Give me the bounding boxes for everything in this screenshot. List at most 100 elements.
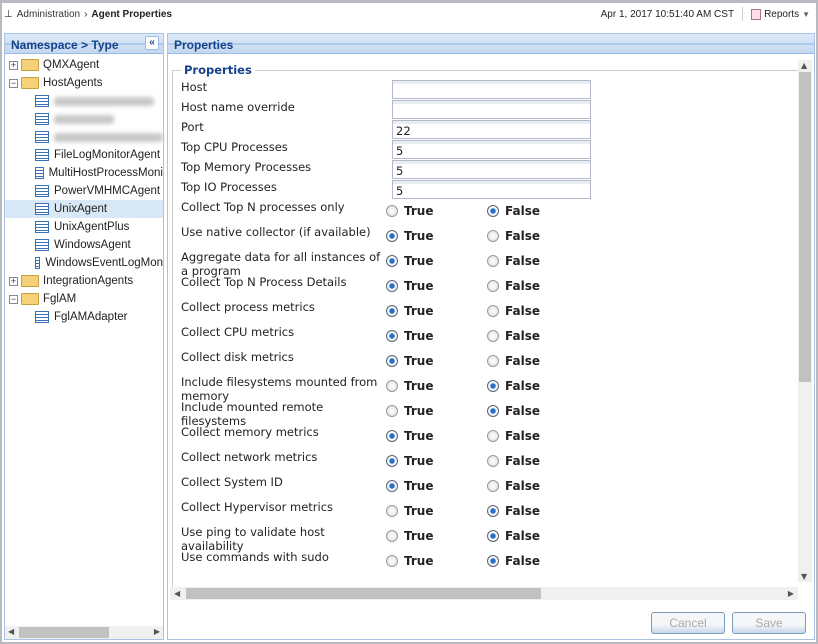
true-radio[interactable]: True (386, 254, 433, 268)
form-horizontal-scrollbar[interactable]: ◀ ▶ (170, 587, 798, 600)
true-radio[interactable]: True (386, 554, 433, 568)
true-radio[interactable]: True (386, 504, 433, 518)
radio-button-icon[interactable] (386, 255, 398, 267)
radio-button-icon[interactable] (386, 355, 398, 367)
tree-node-folder[interactable]: − HostAgents (5, 74, 163, 92)
text-input[interactable]: 5 (392, 160, 591, 179)
scroll-right-icon[interactable]: ▶ (788, 589, 794, 598)
radio-button-icon[interactable] (386, 530, 398, 542)
double-chevron-left-icon[interactable]: « (145, 36, 159, 50)
radio-button-icon[interactable] (487, 305, 499, 317)
false-radio[interactable]: False (487, 279, 540, 293)
radio-button-icon[interactable] (487, 555, 499, 567)
scroll-thumb[interactable] (799, 72, 811, 382)
radio-button-icon[interactable] (386, 380, 398, 392)
text-input[interactable]: 22 (392, 120, 591, 139)
true-radio[interactable]: True (386, 429, 433, 443)
true-radio[interactable]: True (386, 354, 433, 368)
scroll-thumb[interactable] (19, 627, 109, 638)
text-input[interactable]: 5 (392, 140, 591, 159)
radio-button-icon[interactable] (487, 505, 499, 517)
false-radio[interactable]: False (487, 529, 540, 543)
tree-node-agent[interactable]: WindowsEventLogMon (5, 254, 163, 272)
true-radio[interactable]: True (386, 379, 433, 393)
radio-button-icon[interactable] (487, 455, 499, 467)
false-radio[interactable]: False (487, 254, 540, 268)
collapse-toggle-icon[interactable]: − (9, 78, 18, 88)
false-radio[interactable]: False (487, 204, 540, 218)
false-radio[interactable]: False (487, 504, 540, 518)
false-radio[interactable]: False (487, 304, 540, 318)
true-radio[interactable]: True (386, 279, 433, 293)
true-radio[interactable]: True (386, 304, 433, 318)
scroll-left-icon[interactable]: ◀ (8, 627, 14, 636)
left-horizontal-scrollbar[interactable]: ◀ ▶ (5, 626, 163, 639)
true-radio[interactable]: True (386, 229, 433, 243)
tree-node-agent[interactable]: FglAMAdapter (5, 308, 163, 326)
true-radio[interactable]: True (386, 454, 433, 468)
true-radio[interactable]: True (386, 404, 433, 418)
scroll-down-icon[interactable]: ▼ (801, 572, 807, 581)
save-button[interactable]: Save (732, 612, 806, 634)
scroll-thumb[interactable] (186, 588, 541, 599)
scroll-right-icon[interactable]: ▶ (154, 627, 160, 636)
radio-button-icon[interactable] (487, 355, 499, 367)
tree-node-agent[interactable]: FileLogMonitorAgent (5, 146, 163, 164)
false-radio[interactable]: False (487, 429, 540, 443)
radio-button-icon[interactable] (487, 330, 499, 342)
radio-button-icon[interactable] (386, 305, 398, 317)
radio-button-icon[interactable] (386, 455, 398, 467)
false-radio[interactable]: False (487, 554, 540, 568)
cancel-button[interactable]: Cancel (651, 612, 725, 634)
false-radio[interactable]: False (487, 329, 540, 343)
radio-button-icon[interactable] (487, 480, 499, 492)
tree-node-agent[interactable] (5, 128, 163, 146)
false-radio[interactable]: False (487, 479, 540, 493)
true-radio[interactable]: True (386, 329, 433, 343)
false-radio[interactable]: False (487, 354, 540, 368)
false-radio[interactable]: False (487, 379, 540, 393)
radio-button-icon[interactable] (386, 430, 398, 442)
false-radio[interactable]: False (487, 404, 540, 418)
radio-button-icon[interactable] (386, 205, 398, 217)
text-input[interactable]: 5 (392, 180, 591, 199)
collapse-toggle-icon[interactable]: − (9, 294, 18, 304)
radio-button-icon[interactable] (386, 555, 398, 567)
text-input[interactable] (392, 100, 591, 119)
true-radio[interactable]: True (386, 479, 433, 493)
radio-button-icon[interactable] (487, 405, 499, 417)
radio-button-icon[interactable] (487, 280, 499, 292)
reports-button[interactable]: Reports ▼ (751, 8, 810, 20)
vertical-scrollbar[interactable]: ▲ ▼ (798, 60, 812, 582)
radio-button-icon[interactable] (487, 430, 499, 442)
false-radio[interactable]: False (487, 229, 540, 243)
radio-button-icon[interactable] (386, 505, 398, 517)
radio-button-icon[interactable] (487, 255, 499, 267)
text-input[interactable] (392, 80, 591, 99)
tree-node-agent[interactable] (5, 92, 163, 110)
radio-button-icon[interactable] (487, 230, 499, 242)
tree-node-agent[interactable]: PowerVMHMCAgent (5, 182, 163, 200)
true-radio[interactable]: True (386, 529, 433, 543)
tree-node-folder[interactable]: + QMXAgent (5, 56, 163, 74)
expand-toggle-icon[interactable]: + (9, 276, 18, 286)
tree-node-agent[interactable]: UnixAgent (5, 200, 163, 218)
tree-node-agent[interactable]: WindowsAgent (5, 236, 163, 254)
home-icon[interactable]: ⊥ (4, 9, 13, 20)
tree-node-agent[interactable]: UnixAgentPlus (5, 218, 163, 236)
radio-button-icon[interactable] (487, 380, 499, 392)
tree-node-folder[interactable]: + IntegrationAgents (5, 272, 163, 290)
tree-node-agent[interactable] (5, 110, 163, 128)
false-radio[interactable]: False (487, 454, 540, 468)
radio-button-icon[interactable] (487, 205, 499, 217)
tree-node-agent[interactable]: MultiHostProcessMoni (5, 164, 163, 182)
radio-button-icon[interactable] (386, 330, 398, 342)
radio-button-icon[interactable] (487, 530, 499, 542)
breadcrumb-parent[interactable]: Administration (17, 9, 80, 20)
true-radio[interactable]: True (386, 204, 433, 218)
radio-button-icon[interactable] (386, 280, 398, 292)
radio-button-icon[interactable] (386, 405, 398, 417)
tree-node-folder[interactable]: − FglAM (5, 290, 163, 308)
expand-toggle-icon[interactable]: + (9, 60, 18, 70)
scroll-left-icon[interactable]: ◀ (174, 589, 180, 598)
